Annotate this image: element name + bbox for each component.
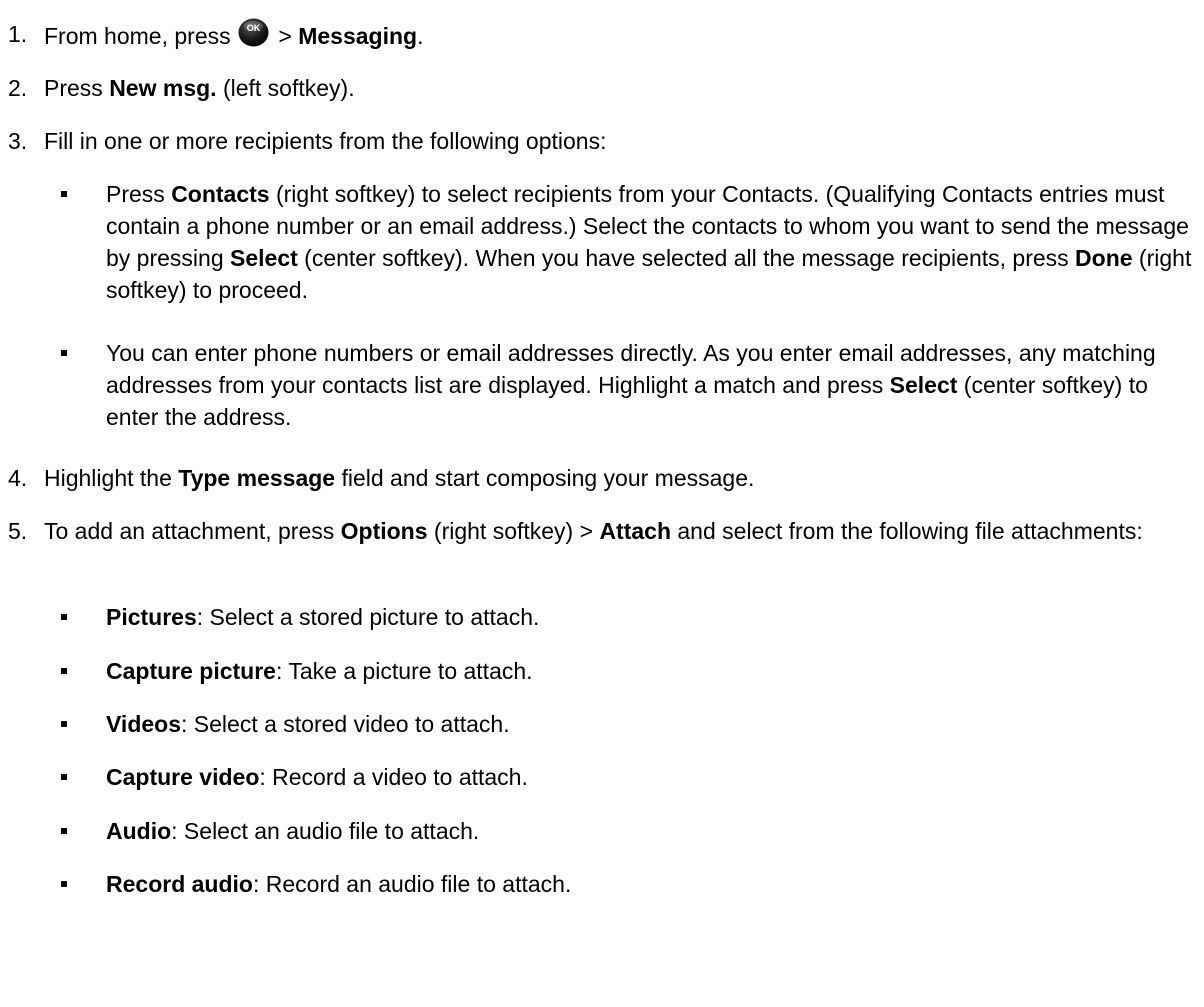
step-text: Fill in one or more recipients from the … bbox=[44, 128, 607, 154]
step-text: To add an attachment, press Options (rig… bbox=[44, 518, 1143, 544]
bullet-marker bbox=[61, 350, 67, 356]
step-number: 3. bbox=[8, 128, 28, 154]
step-number: 4. bbox=[8, 465, 28, 491]
step-text: From home, press OK > Messaging. bbox=[44, 18, 1194, 52]
step-number: 1. bbox=[8, 21, 28, 47]
step-text: Highlight the Type message field and sta… bbox=[44, 465, 755, 491]
bullet-text: Capture video: Record a video to attach. bbox=[106, 764, 528, 790]
bullet-text: Videos: Select a stored video to attach. bbox=[106, 711, 510, 737]
bullet-text: Audio: Select an audio file to attach. bbox=[106, 818, 480, 844]
bullet-marker bbox=[61, 668, 67, 674]
bullet-text: Pictures: Select a stored picture to att… bbox=[106, 604, 540, 630]
bullet-marker bbox=[61, 774, 67, 780]
step-number: 2. bbox=[8, 75, 28, 101]
bullet-text: Press Contacts (right softkey) to select… bbox=[106, 181, 1192, 303]
bullet-text: You can enter phone numbers or email add… bbox=[106, 340, 1156, 430]
svg-text:OK: OK bbox=[247, 23, 261, 33]
step-text: Press New msg. (left softkey). bbox=[44, 75, 355, 101]
bullet-marker bbox=[61, 191, 67, 197]
bullet-marker bbox=[61, 721, 67, 727]
ok-key-icon: OK bbox=[238, 18, 269, 47]
bullet-marker bbox=[61, 614, 67, 620]
bullet-text: Record audio: Record an audio file to at… bbox=[106, 871, 572, 897]
bullet-text: Capture picture: Take a picture to attac… bbox=[106, 658, 533, 684]
bullet-marker bbox=[61, 828, 67, 834]
bullet-marker bbox=[61, 881, 67, 887]
step-number: 5. bbox=[8, 518, 28, 544]
